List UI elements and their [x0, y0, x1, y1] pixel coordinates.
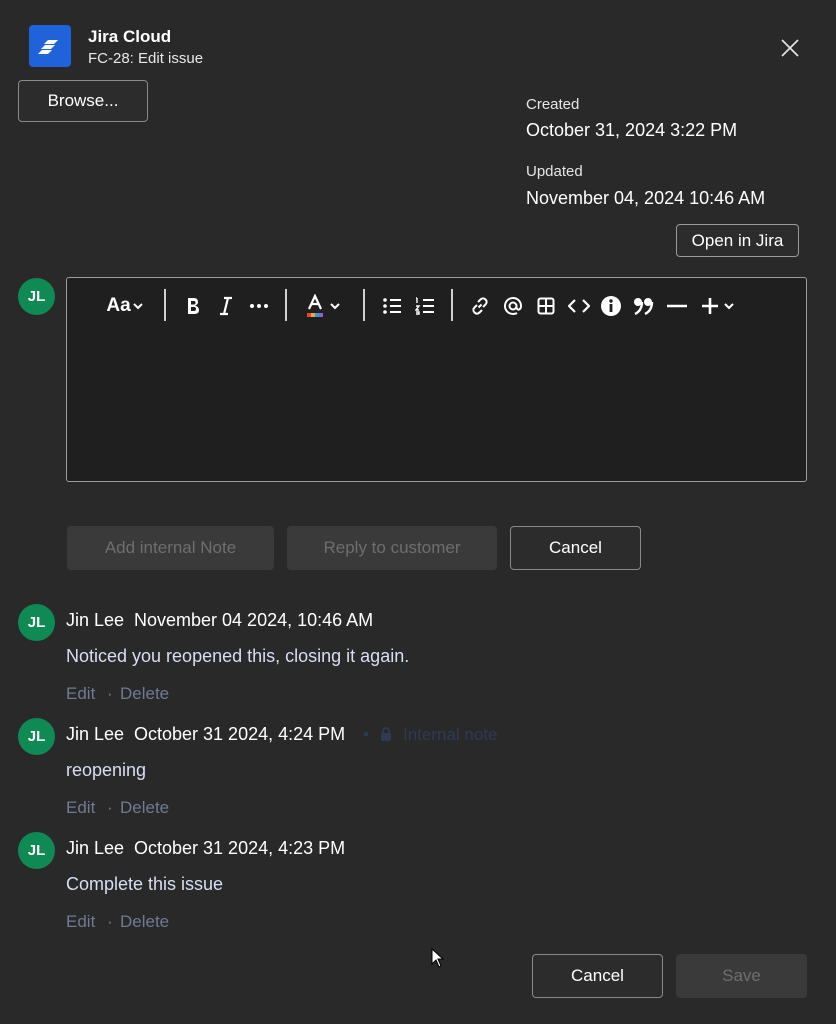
updated-label: Updated: [526, 163, 583, 180]
action-separator: ·: [107, 684, 113, 703]
comment-date: October 31 2024, 4:23 PM: [134, 838, 346, 858]
code-icon[interactable]: [566, 291, 592, 321]
bullet-list-icon[interactable]: [380, 291, 404, 321]
mention-icon[interactable]: [501, 291, 525, 321]
internal-dot: •: [363, 725, 369, 744]
cancel-comment-button[interactable]: Cancel: [510, 526, 641, 570]
edit-comment-link[interactable]: Edit: [66, 798, 95, 818]
text-style-dropdown[interactable]: Aa: [103, 291, 147, 321]
edit-comment-link[interactable]: Edit: [66, 912, 95, 932]
delete-comment-link[interactable]: Delete: [120, 684, 169, 704]
comment-editor[interactable]: Aa: [66, 277, 807, 482]
italic-icon[interactable]: [214, 291, 238, 321]
reply-to-customer-button[interactable]: Reply to customer: [287, 526, 497, 570]
avatar: JL: [18, 604, 55, 641]
created-value: October 31, 2024 3:22 PM: [526, 120, 738, 140]
lock-icon: [380, 727, 392, 746]
insert-dropdown[interactable]: [697, 291, 739, 321]
open-in-jira-button[interactable]: Open in Jira: [676, 224, 799, 257]
comment-body: reopening: [66, 760, 147, 780]
text-color-dropdown[interactable]: [301, 291, 345, 321]
app-name: Jira Cloud: [88, 27, 172, 46]
mouse-cursor-icon: [431, 947, 445, 973]
action-separator: ·: [107, 798, 113, 817]
toolbar-divider: [164, 289, 166, 321]
comment-author: Jin Lee: [66, 838, 125, 858]
jira-logo-icon: [29, 25, 71, 67]
updated-value: November 04, 2024 10:46 AM: [526, 188, 766, 208]
comment-date: October 31 2024, 4:24 PM: [134, 724, 346, 744]
more-formatting-icon[interactable]: [247, 291, 271, 321]
toolbar-divider: [285, 289, 287, 321]
browse-button[interactable]: Browse...: [18, 80, 148, 122]
avatar: JL: [18, 832, 55, 869]
link-icon[interactable]: [468, 291, 492, 321]
chevron-down-icon: [724, 303, 734, 310]
comment-date: November 04 2024, 10:46 AM: [134, 610, 374, 630]
quote-icon[interactable]: [632, 291, 656, 321]
add-internal-note-button[interactable]: Add internal Note: [67, 526, 274, 570]
edit-comment-link[interactable]: Edit: [66, 684, 95, 704]
issue-subtitle: FC-28: Edit issue: [88, 50, 204, 67]
internal-note-label: Internal note: [403, 725, 498, 744]
divider-icon[interactable]: [665, 291, 689, 321]
insert-icon: [702, 298, 718, 314]
action-separator: ·: [107, 912, 113, 931]
save-button[interactable]: Save: [676, 954, 807, 998]
text-color-icon: [307, 294, 323, 317]
comment-author: Jin Lee: [66, 724, 125, 744]
numbered-list-icon[interactable]: [413, 291, 437, 321]
cancel-button[interactable]: Cancel: [532, 954, 663, 998]
avatar: JL: [18, 278, 55, 315]
toolbar-divider: [451, 289, 453, 321]
close-icon[interactable]: [778, 36, 802, 60]
text-style-icon: Aa: [106, 295, 131, 316]
created-label: Created: [526, 96, 580, 113]
delete-comment-link[interactable]: Delete: [120, 912, 169, 932]
info-panel-icon[interactable]: [599, 291, 623, 321]
chevron-down-icon: [330, 303, 340, 310]
delete-comment-link[interactable]: Delete: [120, 798, 169, 818]
comment-body: Noticed you reopened this, closing it ag…: [66, 646, 410, 666]
bold-icon[interactable]: [181, 291, 205, 321]
toolbar-divider: [363, 289, 365, 321]
comment-body: Complete this issue: [66, 874, 224, 894]
avatar: JL: [18, 718, 55, 755]
comment-author: Jin Lee: [66, 610, 125, 630]
table-icon[interactable]: [534, 291, 558, 321]
chevron-down-icon: [132, 303, 143, 310]
